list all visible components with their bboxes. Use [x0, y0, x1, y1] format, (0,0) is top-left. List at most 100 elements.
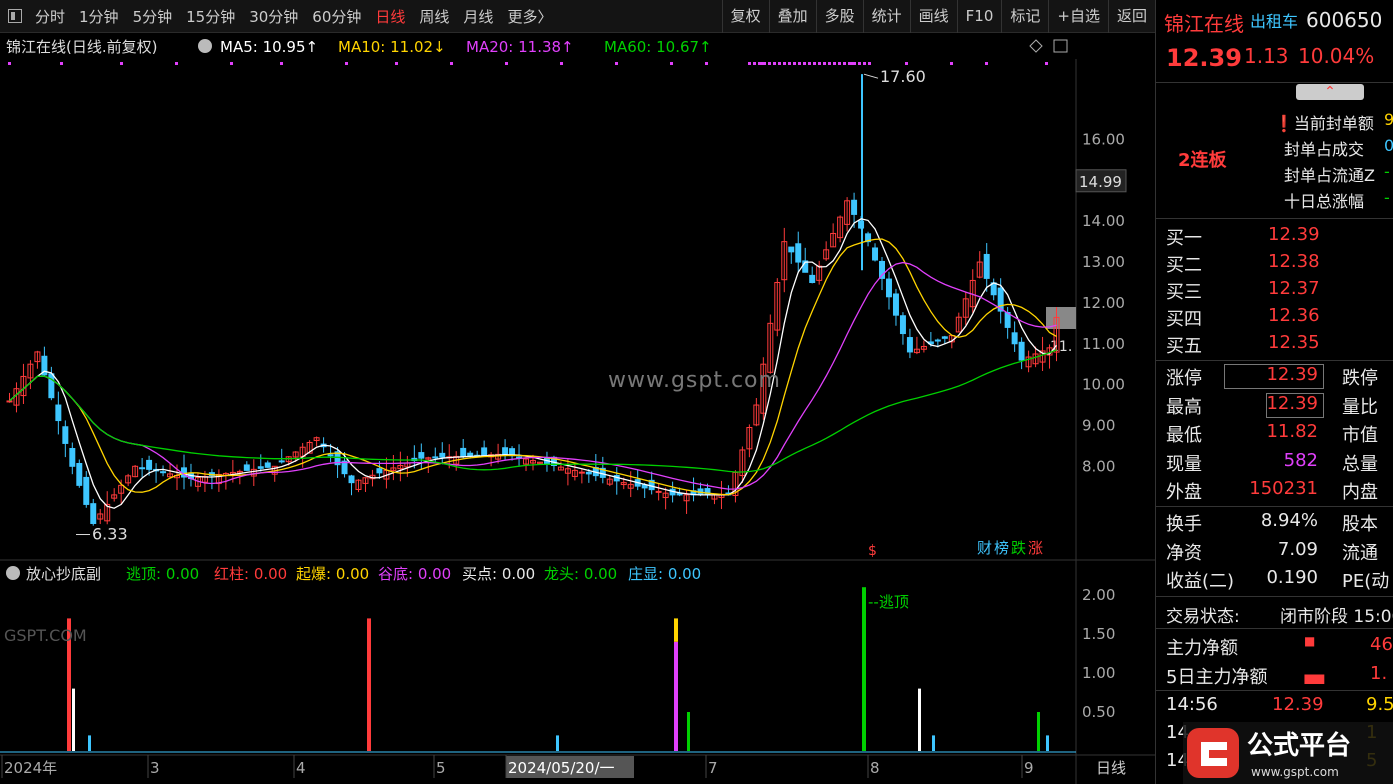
candle — [6, 392, 13, 403]
tab-5[interactable]: 60分钟 — [305, 6, 368, 27]
stats-row-1: 最高 12.39 量比 — [1156, 392, 1393, 420]
candle — [160, 465, 167, 477]
candle — [571, 462, 578, 481]
indicator-settings-icon[interactable] — [6, 566, 20, 580]
panel-toggle-icon[interactable] — [8, 9, 22, 23]
candle — [348, 474, 355, 496]
toolbar-right-buttons: 复权 叠加 多股 统计 画线 F10 标记 +自选 返回 — [721, 0, 1155, 33]
toolbar-button-1[interactable]: 叠加 — [768, 0, 816, 33]
candle — [153, 463, 160, 483]
toolbar-button-4[interactable]: 画线 — [909, 0, 957, 33]
period-tabs: 分时 1分钟 5分钟 15分钟 30分钟 60分钟 日线 周线 月线 更多〉 — [28, 6, 559, 27]
indicator-item-2: 起爆: 0.00 — [296, 565, 369, 583]
toolbar-button-3[interactable]: 统计 — [862, 0, 910, 33]
y-tick-7: 9.00 — [1082, 416, 1115, 434]
toolbar-button-2[interactable]: 多股 — [815, 0, 863, 33]
indicator-bar — [1037, 712, 1040, 751]
candle — [460, 439, 467, 459]
bid-price: 12.38 — [1268, 251, 1320, 272]
ma-settings-icon[interactable] — [198, 39, 212, 53]
candle — [627, 471, 634, 498]
seal-row-0: ❗当前封单额 9 — [1156, 110, 1393, 137]
candle — [913, 336, 920, 355]
candle — [885, 271, 892, 310]
candle — [104, 491, 111, 525]
x-label-3: 5 — [436, 759, 446, 777]
tab-6[interactable]: 日线 — [368, 6, 412, 27]
candle — [181, 454, 187, 490]
candle — [1011, 321, 1018, 352]
seal-key: 十日总涨幅 — [1284, 192, 1365, 211]
toolbar-button-7[interactable]: +自选 — [1048, 0, 1108, 33]
tab-8[interactable]: 月线 — [456, 6, 500, 27]
seal-value: - — [1384, 162, 1390, 181]
orderbook-row-4: 买五 12.35 — [1156, 332, 1393, 359]
candle — [920, 340, 927, 353]
candle — [215, 469, 222, 492]
tick-row-0: 14:56 12.39 9.5 — [1156, 694, 1393, 721]
chart-area[interactable]: 锦江在线(日线.前复权) MA5: 10.95↑ MA10: 11.02↓ MA20:… — [0, 33, 1155, 784]
status-label: 交易状态: — [1166, 607, 1240, 627]
stats-row-2: 最低 11.82 市值 — [1156, 421, 1393, 448]
collapse-button[interactable]: ⌃ — [1296, 84, 1364, 100]
stat-key-2: 跌停 — [1342, 368, 1378, 389]
candle — [418, 443, 425, 470]
ind-y-tick-0: 2.00 — [1082, 586, 1115, 604]
top-toolbar: 分时 1分钟 5分钟 15分钟 30分钟 60分钟 日线 周线 月线 更多〉 复权 叠加 多股 统计 画线… — [0, 0, 1155, 33]
candle — [76, 459, 83, 488]
badge-1: 榜 — [994, 539, 1009, 557]
indicator-bar — [72, 688, 75, 751]
stat-key: 最高 — [1166, 396, 1202, 418]
stat-value: 150231 — [1249, 478, 1318, 499]
indicator-bar — [918, 688, 921, 751]
indicator-bars — [67, 587, 1049, 751]
toolbar-button-6[interactable]: 标记 — [1001, 0, 1048, 33]
tab-0[interactable]: 分时 — [28, 6, 72, 27]
brand-logo: 公式平台 www.gspt.com — [1183, 722, 1393, 784]
candle — [962, 292, 969, 326]
bid-price: 12.37 — [1268, 278, 1320, 299]
candles — [6, 192, 1060, 526]
tab-1[interactable]: 1分钟 — [72, 6, 126, 27]
seal-value: - — [1384, 188, 1390, 207]
seal-key: 封单占成交 — [1284, 140, 1365, 159]
tab-7[interactable]: 周线 — [412, 6, 456, 27]
tab-9[interactable]: 更多〉 — [500, 6, 559, 27]
tab-2[interactable]: 5分钟 — [126, 6, 180, 27]
toolbar-button-8[interactable]: 返回 — [1107, 0, 1155, 33]
candle — [362, 477, 369, 492]
svg-text:www.gspt.com: www.gspt.com — [1251, 765, 1339, 779]
indicator-annotation: --逃顶 — [868, 593, 909, 611]
candle — [502, 439, 509, 460]
candle — [62, 420, 69, 458]
tick-volume: 9.5 — [1366, 694, 1393, 715]
candle — [34, 350, 41, 369]
tab-3[interactable]: 15分钟 — [179, 6, 242, 27]
candle — [823, 241, 830, 261]
ma-label-3: MA60: 10.67↑ — [604, 38, 712, 56]
watermark: www.gspt.com — [608, 368, 781, 393]
candle — [634, 469, 641, 491]
tab-4[interactable]: 30分钟 — [242, 6, 305, 27]
candle — [509, 446, 516, 461]
candle — [132, 465, 139, 478]
bid-label: 买二 — [1166, 255, 1202, 276]
ma-label-0: MA5: 10.95↑ — [220, 38, 318, 56]
bid-label: 买四 — [1166, 309, 1202, 330]
candle — [390, 454, 397, 481]
candle — [404, 455, 411, 477]
candle — [711, 494, 718, 505]
tick-time: 14:56 — [1166, 694, 1218, 715]
ind-y-tick-2: 1.00 — [1082, 664, 1115, 682]
orderbook-row-0: 买一 12.39 — [1156, 224, 1393, 251]
stat-key-2: 量比 — [1342, 396, 1378, 418]
ind-y-tick-1: 1.50 — [1082, 625, 1115, 643]
candle — [139, 458, 146, 478]
stat2-value: 7.09 — [1277, 538, 1318, 560]
toolbar-button-0[interactable]: 复权 — [721, 0, 769, 33]
seal-row-1: 封单占成交 0 — [1156, 136, 1393, 163]
period-label[interactable]: 日线 — [1096, 759, 1126, 777]
svg-text:公式平台: 公式平台 — [1247, 730, 1351, 761]
toolbar-button-5[interactable]: F10 — [956, 0, 1002, 33]
stat-key: 涨停 — [1166, 368, 1202, 389]
